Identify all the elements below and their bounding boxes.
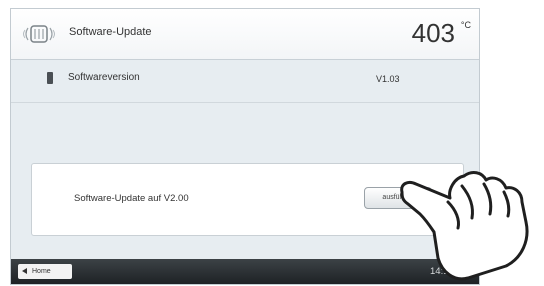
software-version-row: Softwareversion V1.03 <box>11 60 479 103</box>
software-version-label: Softwareversion <box>68 72 140 83</box>
page-title: Software-Update <box>69 26 152 38</box>
home-label: Home <box>32 268 51 275</box>
software-version-value: V1.03 <box>376 74 400 84</box>
furnace-icon <box>23 25 55 43</box>
header-bar: Software-Update 403 °C <box>11 9 479 60</box>
update-label: Software-Update auf V2.00 <box>74 193 189 204</box>
pointing-hand-icon <box>400 171 529 281</box>
temperature-unit: °C <box>460 20 471 30</box>
temperature-value: 403 <box>411 18 455 48</box>
chip-icon <box>47 72 53 84</box>
home-button[interactable]: Home <box>18 264 72 279</box>
back-arrow-icon <box>22 268 27 274</box>
